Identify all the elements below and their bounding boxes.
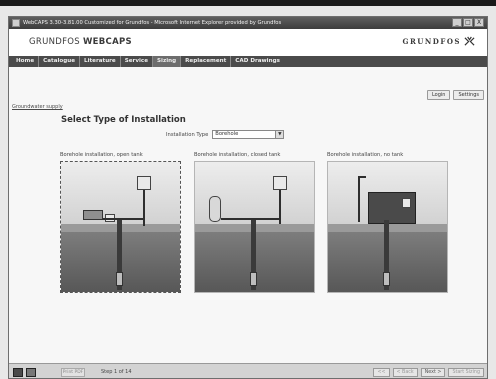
brand-name-light: GRUNDFOS: [29, 37, 83, 47]
control-box-icon: [273, 176, 287, 190]
step-indicator: Step 1 of 14: [101, 369, 132, 375]
app-brand-name: GRUNDFOS WEBCAPS: [29, 37, 132, 47]
close-button[interactable]: X: [474, 18, 484, 27]
nav-home[interactable]: Home: [12, 56, 40, 67]
nav-service[interactable]: Service: [121, 56, 153, 67]
app-icon: [12, 19, 20, 27]
wizard-footer: Print PDF Step 1 of 14 << < Back Next > …: [9, 363, 487, 378]
login-button[interactable]: Login: [426, 90, 451, 100]
wizard-nav-buttons: << < Back Next > Start Sizing: [373, 368, 484, 377]
print-pdf-button[interactable]: Print PDF: [61, 368, 85, 377]
closed-tank-illustration[interactable]: [194, 161, 315, 293]
brand-header: GRUNDFOS WEBCAPS GRUNDFOS: [9, 29, 487, 56]
pipe: [103, 218, 143, 220]
option-caption: Borehole installation, open tank: [60, 152, 143, 158]
installation-type-value: Borehole: [215, 131, 239, 137]
submersible-pump-icon: [116, 272, 123, 286]
dropdown-arrow-icon[interactable]: ▼: [275, 131, 284, 138]
pressure-tank-icon: [209, 196, 221, 222]
browser-window: WebCAPS 3.30-3.81.00 Customized for Grun…: [8, 16, 488, 379]
window-controls: _ □ X: [452, 18, 484, 27]
cable: [143, 190, 145, 226]
grundfos-mark-icon: [464, 36, 475, 46]
window-title: WebCAPS 3.30-3.81.00 Customized for Grun…: [23, 20, 282, 26]
option-open-tank[interactable]: Borehole installation, open tank: [60, 152, 181, 293]
nav-literature[interactable]: Literature: [80, 56, 121, 67]
nav-catalogue[interactable]: Catalogue: [39, 56, 81, 67]
nav-replacement[interactable]: Replacement: [181, 56, 232, 67]
control-box-icon: [402, 198, 411, 208]
no-tank-illustration[interactable]: [327, 161, 448, 293]
settings-button[interactable]: Settings: [453, 90, 484, 100]
open-folder-icon[interactable]: [26, 368, 36, 377]
option-caption: Borehole installation, no tank: [327, 152, 404, 158]
restore-button[interactable]: □: [463, 18, 473, 27]
sky: [61, 162, 180, 224]
minimize-button[interactable]: _: [452, 18, 462, 27]
first-step-button[interactable]: <<: [373, 368, 390, 377]
option-closed-tank[interactable]: Borehole installation, closed tank: [194, 152, 315, 293]
nav-cad-drawings[interactable]: CAD Drawings: [231, 56, 284, 67]
installation-type-label: Installation Type: [166, 131, 209, 138]
brand-name-bold: WEBCAPS: [83, 37, 132, 47]
header-button-group: Login Settings: [426, 90, 484, 100]
pipe: [358, 176, 360, 222]
logo-text: GRUNDFOS: [402, 37, 461, 46]
main-nav: Home Catalogue Literature Service Sizing…: [9, 56, 487, 67]
installation-type-row: Installation Type Borehole ▼: [166, 130, 285, 139]
page-title: Select Type of Installation: [61, 115, 186, 125]
save-icon[interactable]: [13, 368, 23, 377]
tap: [358, 176, 366, 178]
pipe: [221, 218, 279, 220]
grundfos-logo: GRUNDFOS: [403, 36, 476, 47]
submersible-pump-icon: [250, 272, 257, 286]
back-button[interactable]: < Back: [392, 368, 418, 377]
cable: [279, 190, 281, 224]
building-icon: [368, 192, 416, 224]
main-content: Login Settings Groundwater supply Select…: [9, 67, 487, 363]
next-button[interactable]: Next >: [420, 368, 446, 377]
option-caption: Borehole installation, closed tank: [194, 152, 281, 158]
installation-type-select[interactable]: Borehole ▼: [212, 130, 285, 139]
window-titlebar: WebCAPS 3.30-3.81.00 Customized for Grun…: [9, 17, 487, 29]
submersible-pump-icon: [383, 272, 390, 286]
breadcrumb-link[interactable]: Groundwater supply: [12, 104, 63, 110]
page-top-rule: [0, 0, 496, 6]
open-tank-icon: [83, 210, 103, 220]
nav-sizing[interactable]: Sizing: [153, 56, 182, 67]
option-no-tank[interactable]: Borehole installation, no tank: [327, 152, 448, 293]
control-box-icon: [137, 176, 151, 190]
open-tank-illustration[interactable]: [60, 161, 181, 293]
start-sizing-button[interactable]: Start Sizing: [448, 368, 484, 377]
